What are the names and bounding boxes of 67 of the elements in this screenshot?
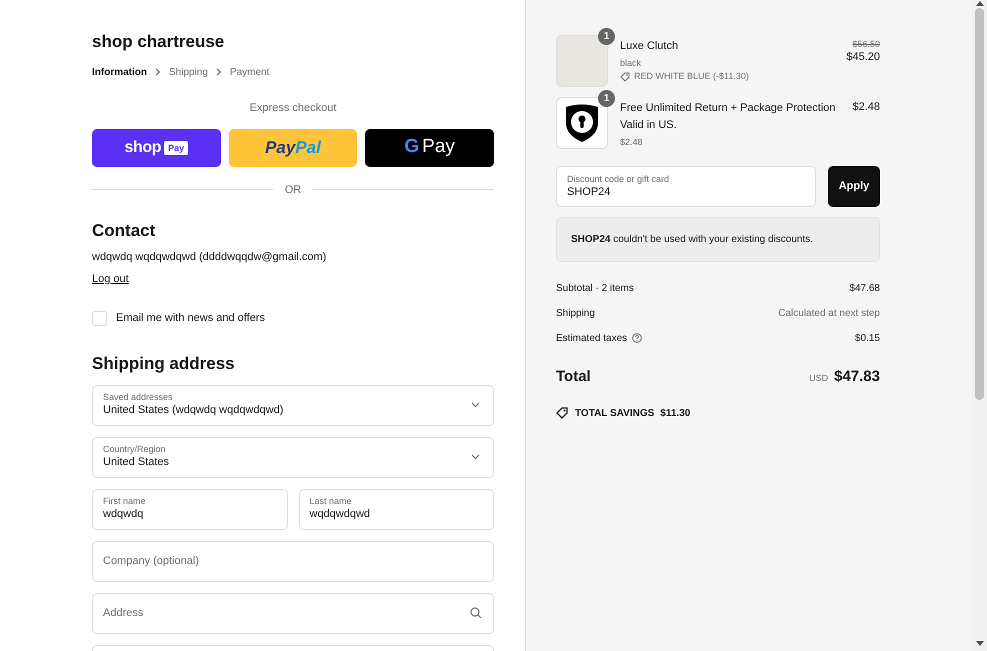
quantity-badge: 1	[598, 90, 615, 107]
discount-code-field[interactable]: Discount code or gift card SHOP24	[556, 166, 816, 207]
select-field[interactable]: Saved addresses United States (wdqwdq wqdqwdqwd)	[92, 384, 494, 426]
price: $45.20	[846, 50, 880, 65]
scroll-down-icon[interactable]	[976, 641, 984, 647]
chevron-down-icon	[471, 454, 480, 460]
input-field[interactable]: First name wdqwdq	[92, 488, 288, 530]
breadcrumb-link[interactable]: Shipping	[169, 64, 208, 80]
scrollbar-thumb[interactable]	[975, 8, 984, 400]
price: $2.48	[852, 100, 880, 115]
total-label: Total	[556, 367, 591, 387]
product-variant: $2.48	[620, 136, 644, 149]
chevron-icon	[216, 68, 222, 76]
field-label: Discount code or gift card	[567, 174, 670, 184]
field-label: First name	[103, 496, 147, 507]
select-field[interactable]: Country/Region United States	[92, 436, 494, 478]
summary-value: $0.15	[854, 332, 880, 346]
product-name: Luxe Clutch	[620, 39, 680, 54]
help-icon[interactable]	[632, 333, 642, 343]
logout-link[interactable]: Log out	[92, 272, 129, 286]
scroll-up-icon[interactable]	[976, 0, 984, 6]
store-name[interactable]: shop chartreuse	[92, 31, 494, 53]
field-label: Country/Region	[103, 444, 167, 455]
savings-label: TOTAL SAVINGS	[575, 406, 654, 420]
quantity-badge: 1	[598, 28, 615, 45]
field-value: United States (wdqwdq wqdqwdqwd)	[103, 403, 284, 418]
field-value: SHOP24	[567, 184, 612, 200]
summary-value: Calculated at next step	[778, 306, 880, 320]
google-pay-button[interactable]: G Pay	[365, 128, 494, 166]
section-heading: Shipping address	[92, 352, 236, 374]
field-value: wdqwdq	[103, 507, 144, 522]
field-value: United States	[103, 455, 170, 470]
checkbox[interactable]	[92, 310, 107, 326]
paypal-button[interactable]: PayPal	[228, 128, 358, 166]
input-field[interactable]: Company (optional)	[92, 540, 494, 582]
tag-icon	[556, 407, 569, 419]
currency-code: USD	[809, 372, 828, 385]
section-caption: Express checkout	[250, 101, 336, 116]
summary-label: Shipping	[556, 306, 595, 320]
input-field[interactable]: Last name wqdqwdqwd	[298, 488, 494, 530]
discount-text: RED WHITE BLUE (-$11.30)	[634, 70, 749, 83]
error-message: SHOP24 couldn't be used with your existing discounts.	[556, 217, 880, 262]
product-variant: black	[620, 57, 642, 70]
summary-value: $47.68	[849, 282, 880, 296]
summary-label: Estimated taxes	[556, 332, 628, 346]
scrollbar[interactable]	[972, 0, 987, 651]
field-value: wqdqwdqwd	[310, 507, 372, 522]
total-value: $47.83	[834, 367, 880, 387]
field-label: Last name	[310, 496, 353, 507]
product-name: Free Unlimited Return + Package Protection Valid in US.	[620, 101, 837, 133]
apply-button[interactable]: Apply	[828, 166, 880, 207]
chevron-icon	[155, 68, 161, 76]
search-field[interactable]: Address	[92, 592, 494, 634]
field-label: Saved addresses	[103, 392, 174, 403]
search-icon[interactable]	[470, 606, 482, 618]
savings-value: $11.30	[660, 406, 690, 420]
tag-icon	[620, 72, 630, 82]
summary-label: Subtotal · 2 items	[556, 282, 634, 296]
divider-label: OR	[284, 182, 302, 198]
chevron-down-icon	[471, 402, 480, 408]
checkbox-label: Email me with news and offers	[116, 311, 265, 326]
shop-pay-button[interactable]: shop Pay	[92, 128, 221, 166]
original-price: $56.50	[852, 38, 880, 50]
breadcrumb-link[interactable]: Information	[92, 64, 147, 80]
section-heading: Contact	[92, 220, 156, 242]
account-text: wdqwdq wqdqwdqwd (ddddwqqdw@gmail.com)	[92, 250, 328, 264]
breadcrumb-link[interactable]: Payment	[230, 64, 270, 80]
